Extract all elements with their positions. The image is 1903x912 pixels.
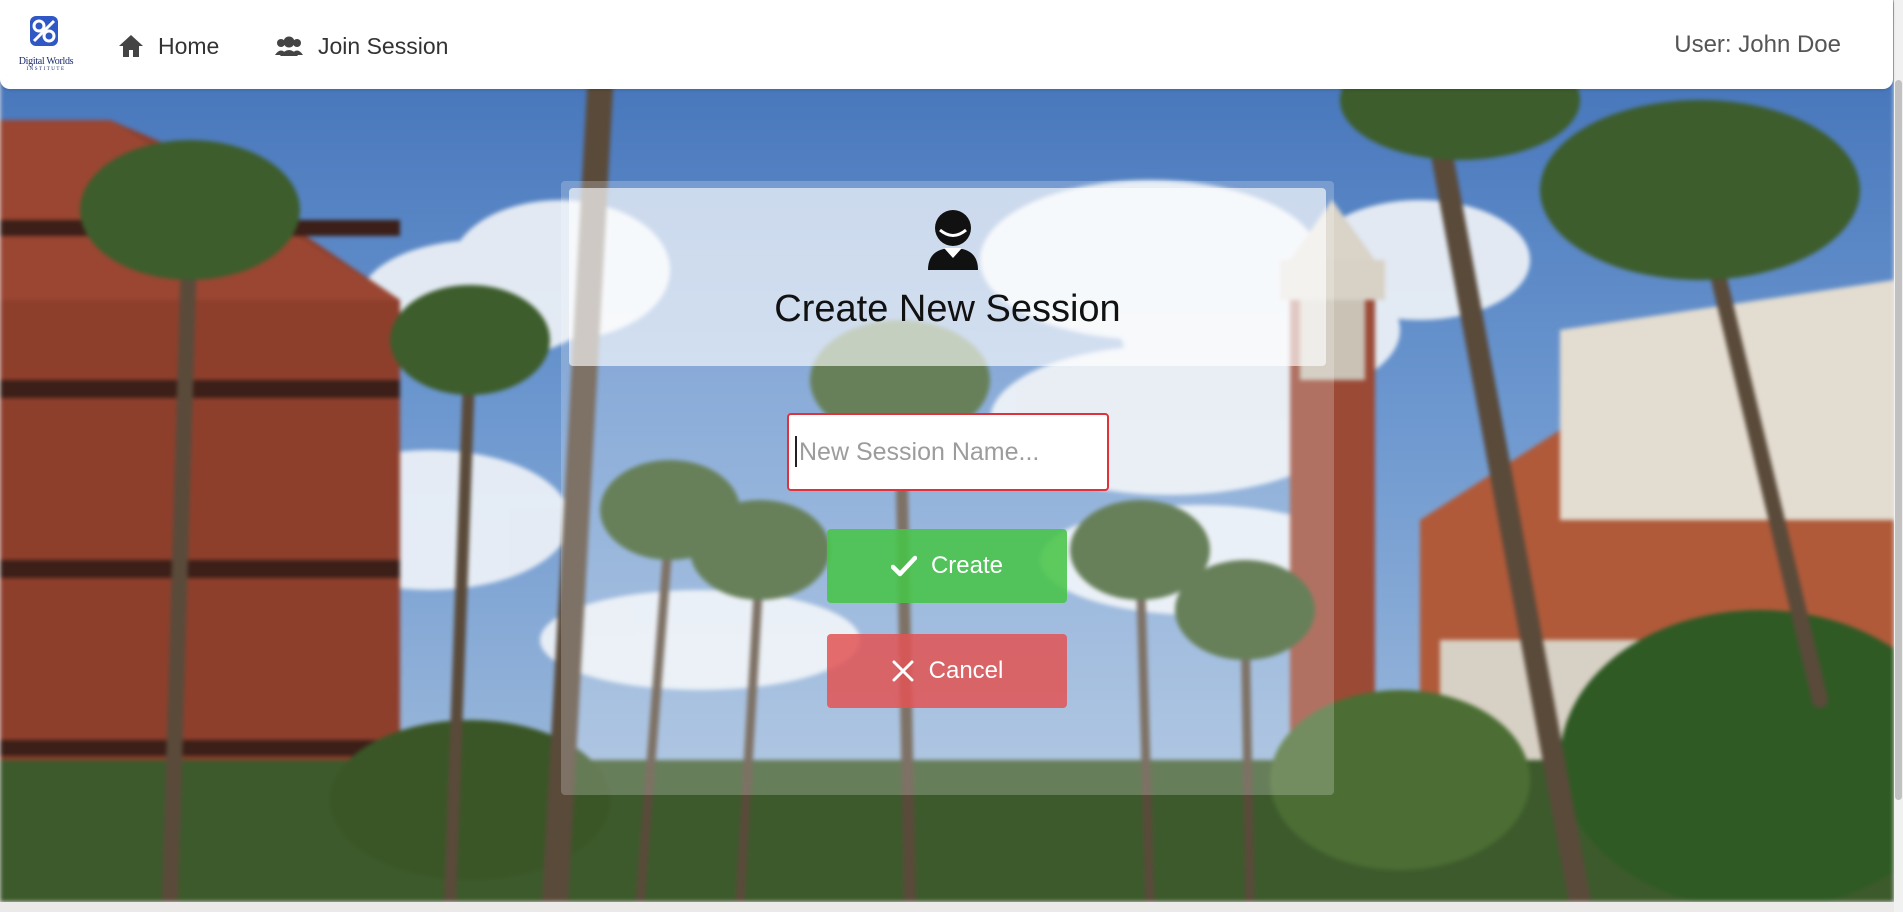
session-name-input[interactable] — [787, 413, 1109, 491]
top-navbar: Digital Worlds INSTITUTE Home Join Sessi… — [0, 0, 1893, 89]
panel-title: Create New Session — [774, 288, 1121, 330]
vertical-scrollbar[interactable] — [1894, 0, 1903, 912]
nav-home-label: Home — [158, 32, 220, 59]
cancel-button[interactable]: Cancel — [827, 634, 1067, 708]
create-button[interactable]: Create — [827, 529, 1067, 603]
scrollbar-thumb[interactable] — [1895, 80, 1902, 800]
page-bottom-strip — [0, 902, 1894, 912]
close-icon — [892, 660, 914, 682]
panel-header: Create New Session — [569, 188, 1326, 366]
cancel-button-label: Cancel — [928, 657, 1004, 684]
digital-worlds-logo[interactable]: Digital Worlds INSTITUTE — [8, 14, 80, 72]
nav-join-session-link[interactable]: Join Session — [274, 30, 448, 62]
nav-home-link[interactable]: Home — [118, 30, 219, 62]
home-icon — [119, 35, 143, 57]
logo-name: Digital Worlds — [18, 56, 74, 67]
person-icon — [928, 210, 978, 270]
text-caret — [795, 436, 797, 467]
nav-join-session-label: Join Session — [318, 32, 449, 59]
logo-subtitle: INSTITUTE — [26, 67, 66, 72]
users-icon — [275, 36, 303, 56]
current-user-label: User: John Doe — [1674, 31, 1841, 58]
create-button-label: Create — [930, 552, 1004, 579]
check-icon — [890, 555, 917, 577]
create-session-panel: Create New Session Create Cancel — [561, 181, 1334, 795]
logo-mark-icon — [30, 16, 58, 46]
